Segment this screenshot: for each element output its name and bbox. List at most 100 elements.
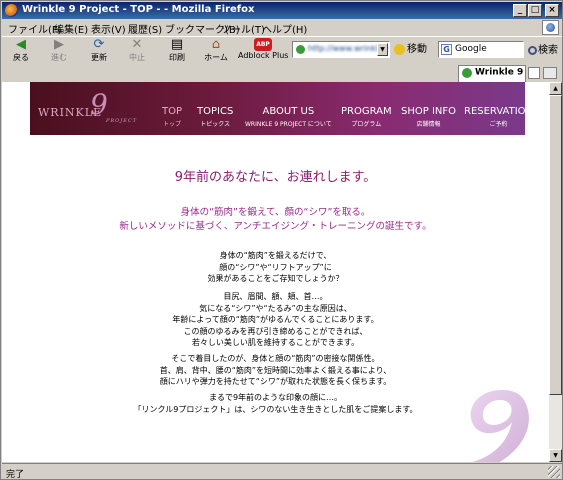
forward-arrow-icon: ▶ — [54, 37, 64, 52]
nav-topics-jp: トピックス — [200, 121, 231, 128]
lead-text: 身体の“筋肉”を鍛えて、顔の“シワ”を取る。 新しいメソッドに基づく、アンチエイ… — [2, 206, 549, 234]
resize-grip-icon[interactable] — [548, 466, 560, 478]
forward-button[interactable]: ▶ 進む — [46, 38, 72, 64]
tab-favicon-icon — [462, 68, 472, 78]
chevron-down-icon[interactable]: ▼ — [377, 43, 388, 56]
nav-program-jp: プログラム — [351, 121, 382, 128]
nine-outline-icon — [470, 390, 529, 462]
nav-topics-en: TOPICS — [197, 106, 234, 117]
nav-about-jp: WRINKLE 9 PROJECT について — [245, 121, 332, 128]
para-line: 目尻、眉間、額、頬、首…。 — [223, 292, 328, 301]
body-paragraph-1: 身体の“筋肉”を鍛えるだけで、 顔の“シワ”や“リフトアップ”に 効果があること… — [2, 250, 549, 285]
scroll-thumb[interactable] — [549, 95, 562, 395]
go-label: 移動 — [407, 44, 427, 55]
logo-nine: 9 — [90, 88, 109, 121]
status-text: 完了 — [6, 470, 25, 480]
nav-program-en: PROGRAM — [341, 106, 392, 117]
nav-program[interactable]: PROGRAM プログラム — [341, 106, 392, 128]
status-bar: 完了 — [2, 463, 562, 480]
new-tab-icon[interactable] — [543, 67, 557, 79]
menu-bar: ファイル(F) 編集(E) 表示(V) 履歴(S) ブックマーク(B) ツール(… — [2, 19, 562, 36]
throbber-icon — [542, 20, 559, 35]
para-line: この顔のゆるみを再び引き締めることができれば、 — [183, 326, 368, 336]
back-label: 戻る — [13, 53, 29, 62]
tab-title: Wrinkle 9 ... — [475, 67, 525, 78]
google-icon: G — [441, 44, 452, 55]
reload-button[interactable]: ⟳ 更新 — [86, 38, 112, 64]
search-icon — [528, 45, 537, 55]
home-icon: ⌂ — [211, 37, 221, 52]
firefox-icon — [5, 4, 18, 17]
nav-top-en: TOP — [162, 106, 183, 117]
nav-shop-info[interactable]: SHOP INFO 店舗情報 — [401, 106, 456, 128]
go-icon — [394, 43, 405, 55]
lead-line: 身体の“筋肉”を鍛えて、顔の“シワ”を取る。 — [180, 207, 371, 218]
title-bar: Wrinkle 9 Project - TOP - - Mozilla Fire… — [2, 2, 562, 19]
site-favicon-icon — [296, 45, 305, 54]
back-arrow-icon: ◀ — [16, 37, 26, 52]
stop-label: 中止 — [129, 53, 145, 62]
adblock-icon: ABP — [254, 38, 272, 51]
window-title: Wrinkle 9 Project - TOP - - Mozilla Fire… — [22, 4, 255, 15]
page-viewport: WRINKLE 9 PROJECT TOP トップ TOPICS トピックス A… — [2, 82, 549, 462]
nav-reservation-jp: ご予約 — [489, 121, 508, 128]
menu-edit[interactable]: 編集(E) — [54, 21, 88, 36]
address-value: http://www.wrinkle9 — [308, 44, 388, 53]
adblock-button[interactable]: ABP Adblock Plus — [238, 38, 288, 64]
decorative-nine-graphic — [442, 382, 549, 462]
tab-active[interactable]: Wrinkle 9 ... — [458, 65, 526, 82]
nav-reservation-en: RESERVATION — [464, 106, 534, 117]
print-label: 印刷 — [169, 53, 185, 62]
stop-icon: ✕ — [131, 37, 143, 52]
adblock-label: Adblock Plus — [238, 51, 289, 60]
tab-close-icon[interactable] — [528, 67, 540, 79]
browser-window: Wrinkle 9 Project - TOP - - Mozilla Fire… — [0, 0, 563, 480]
close-button[interactable]: × — [545, 4, 559, 17]
go-button[interactable]: 移動 — [394, 40, 434, 60]
lead-line: 新しいメソッドに基づく、アンチエイジング・トレーニングの誕生です。 — [119, 221, 432, 232]
reload-icon: ⟳ — [93, 37, 105, 52]
para-line: 顔の“シワ”や“リフトアップ”に — [219, 262, 332, 272]
search-button[interactable]: 検索 — [528, 41, 558, 56]
nav-reservation[interactable]: RESERVATION ご予約 — [464, 106, 533, 128]
menu-view[interactable]: 表示(V) — [91, 21, 126, 36]
menu-history[interactable]: 履歴(S) — [128, 21, 162, 36]
site-logo[interactable]: WRINKLE 9 PROJECT — [38, 88, 136, 124]
site-header-banner: WRINKLE 9 PROJECT TOP トップ TOPICS トピックス A… — [30, 82, 533, 135]
tab-strip: Wrinkle 9 ... — [2, 64, 562, 82]
para-line: そこで着目したのが、身体と顔の“筋肉”の密接な関係性。 — [171, 354, 380, 363]
search-input[interactable]: G Google — [438, 41, 524, 58]
scroll-up-icon[interactable]: ▲ — [549, 82, 562, 95]
scroll-down-icon[interactable]: ▼ — [549, 449, 562, 462]
forward-label: 進む — [51, 53, 67, 62]
print-icon: ▤ — [170, 37, 184, 52]
nav-top[interactable]: TOP トップ — [162, 106, 182, 128]
nav-shop-en: SHOP INFO — [401, 106, 456, 117]
minimize-button[interactable]: _ — [513, 4, 527, 17]
page-headline: 9年前のあなたに、お連れします。 — [174, 170, 377, 185]
para-line: 首、肩、背中、腰の“筋肉”を短時間に効率よく鍛える事により、 — [159, 365, 392, 375]
maximize-button[interactable]: □ — [528, 4, 542, 17]
nav-topics[interactable]: TOPICS トピックス — [197, 106, 233, 128]
para-line: 気になる“シワ”や“たるみ”の主な原因は、 — [199, 303, 352, 313]
nav-top-jp: トップ — [163, 121, 182, 128]
print-button[interactable]: ▤ 印刷 — [164, 38, 190, 64]
reload-label: 更新 — [91, 53, 107, 62]
vertical-scrollbar[interactable]: ▲ ▼ — [549, 82, 562, 462]
address-bar[interactable]: http://www.wrinkle9 ▼ — [292, 41, 390, 58]
menu-help[interactable]: ヘルプ(H) — [262, 21, 307, 36]
search-label: 検索 — [538, 45, 558, 56]
stop-button[interactable]: ✕ 中止 — [124, 38, 150, 64]
body-paragraph-2: 目尻、眉間、額、頬、首…。 気になる“シワ”や“たるみ”の主な原因は、 年齢によ… — [2, 291, 549, 349]
nav-shop-jp: 店舗情報 — [416, 121, 441, 128]
logo-project: PROJECT — [106, 118, 138, 124]
home-button[interactable]: ⌂ ホーム — [202, 38, 230, 64]
nav-about[interactable]: ABOUT US WRINKLE 9 PROJECT について — [245, 106, 332, 128]
home-label: ホーム — [204, 53, 228, 62]
para-line: 効果があることをご存知でしょうか？ — [207, 274, 344, 283]
para-line: 身体の“筋肉”を鍛えるだけで、 — [219, 251, 332, 260]
nav-about-en: ABOUT US — [262, 106, 315, 117]
navigation-toolbar: ◀ 戻る ▶ 進む ⟳ 更新 ✕ 中止 ▤ 印刷 ⌂ ホーム ABP Adblo… — [2, 36, 562, 64]
menu-tools[interactable]: ツール(T) — [221, 21, 265, 36]
back-button[interactable]: ◀ 戻る — [8, 38, 34, 64]
